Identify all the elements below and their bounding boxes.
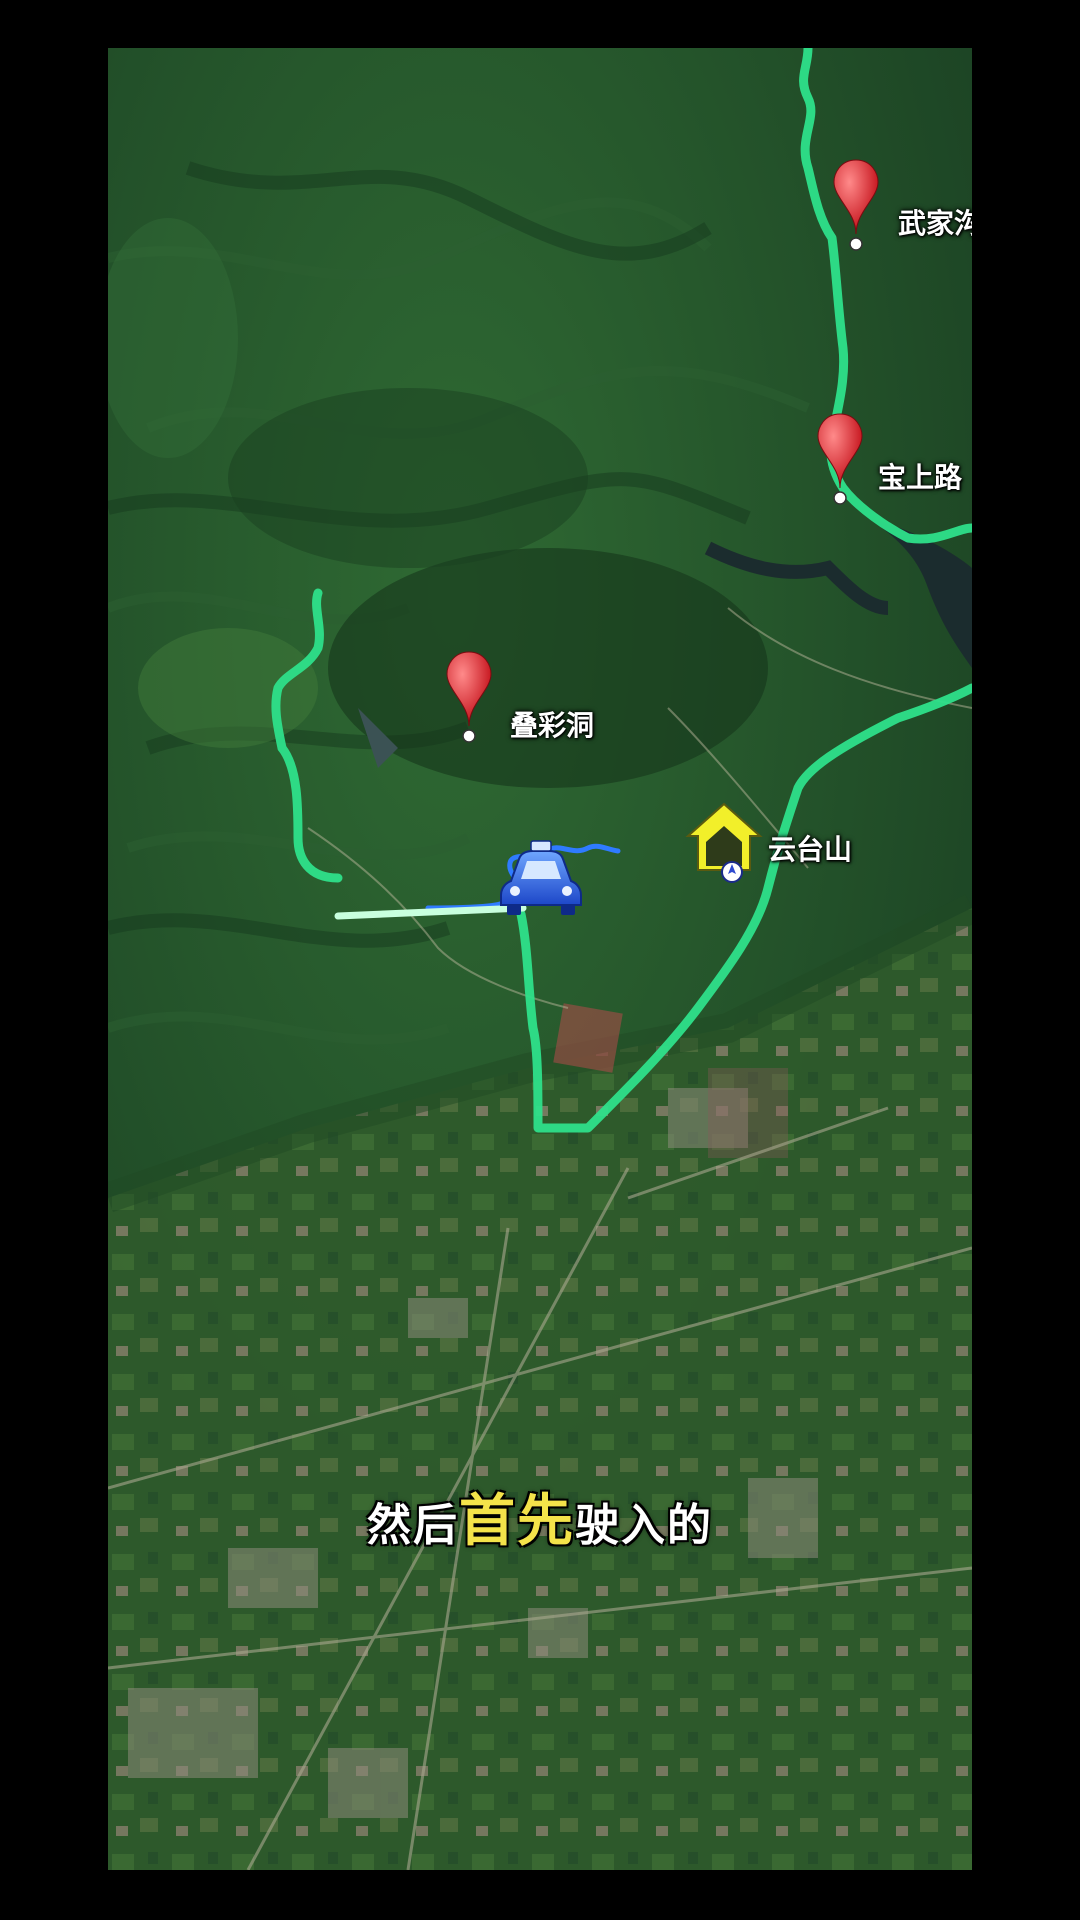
place-label: 云台山 (768, 833, 853, 866)
subtitle-text: 然后 (367, 1500, 459, 1551)
place-label: 武家沟 (898, 207, 972, 240)
place-label: 叠彩洞 (510, 709, 595, 742)
map-canvas (108, 48, 972, 1870)
subtitle-highlight: 首先 (459, 1489, 575, 1554)
satellite-map[interactable]: 武家沟 宝上路 叠彩洞 云台山 (108, 48, 972, 1870)
place-label: 宝上路 (878, 461, 963, 494)
subtitle-text: 驶入的 (575, 1500, 713, 1551)
video-subtitle: 然后首先驶入的 (0, 1476, 1080, 1557)
